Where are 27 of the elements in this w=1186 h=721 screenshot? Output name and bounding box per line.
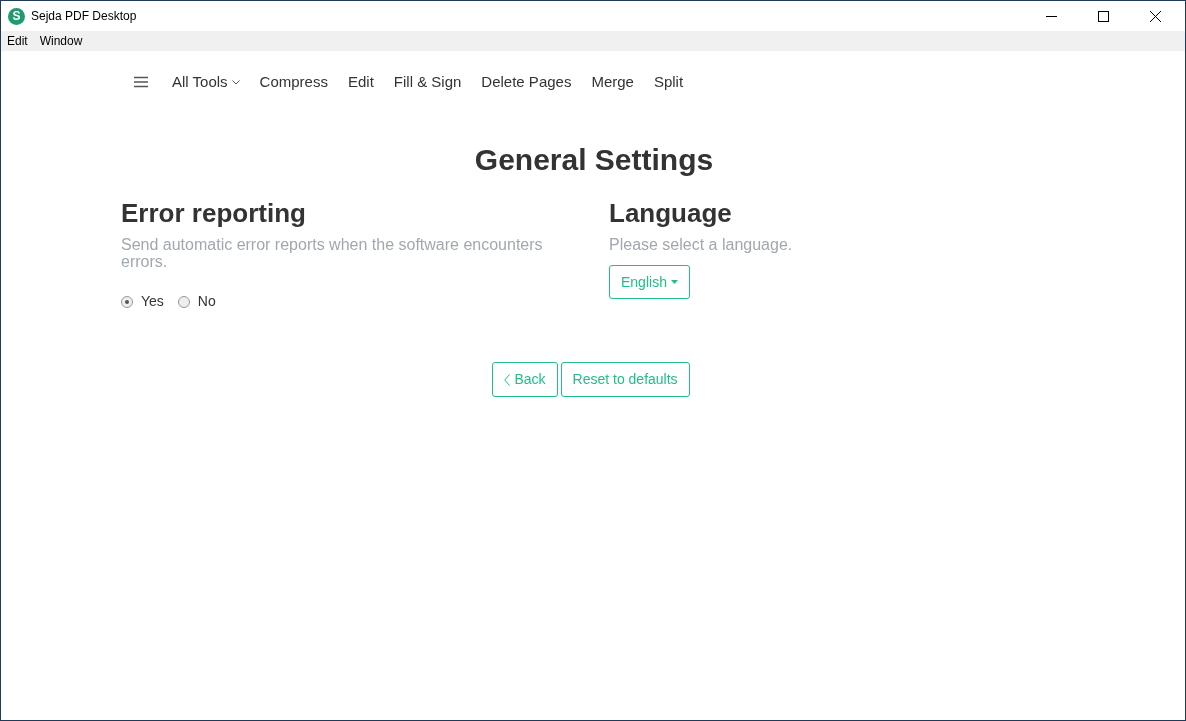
radio-button[interactable]	[177, 295, 190, 308]
radio-button[interactable]	[121, 295, 133, 308]
nav-link[interactable]: Delete Pages	[481, 70, 572, 94]
section-heading: Error reporting	[121, 197, 307, 230]
menu-item[interactable]: Window	[39, 32, 83, 50]
window-title: Sejda PDF Desktop	[31, 8, 137, 25]
section-description: Please select a language.	[609, 236, 794, 253]
nav-link[interactable]: Edit	[347, 70, 374, 94]
nav-link[interactable]: Merge	[591, 70, 634, 94]
caret-icon	[670, 280, 678, 284]
app-logo-icon: S	[8, 7, 25, 25]
nav-dropdown[interactable]: All Tools	[172, 70, 240, 94]
page-title: General Settings	[473, 142, 715, 178]
close-icon	[1149, 10, 1161, 22]
menu-icon[interactable]	[134, 76, 148, 88]
radio-option[interactable]: Yes	[121, 291, 164, 312]
maximize-icon	[1097, 10, 1109, 22]
nav-link[interactable]: Compress	[259, 70, 328, 94]
nav-link[interactable]: Split	[653, 70, 684, 94]
minimize-icon	[1045, 15, 1057, 17]
section-description: Send automatic error reports when the software encounters errors.	[121, 236, 544, 270]
chevron-down-icon	[231, 79, 240, 85]
radio-option[interactable]: No	[177, 291, 216, 312]
chevron-left-icon	[504, 373, 511, 386]
nav-link[interactable]: Fill & Sign	[393, 70, 462, 94]
section-heading: Language	[609, 197, 733, 230]
menu-item[interactable]: Edit	[7, 32, 28, 50]
